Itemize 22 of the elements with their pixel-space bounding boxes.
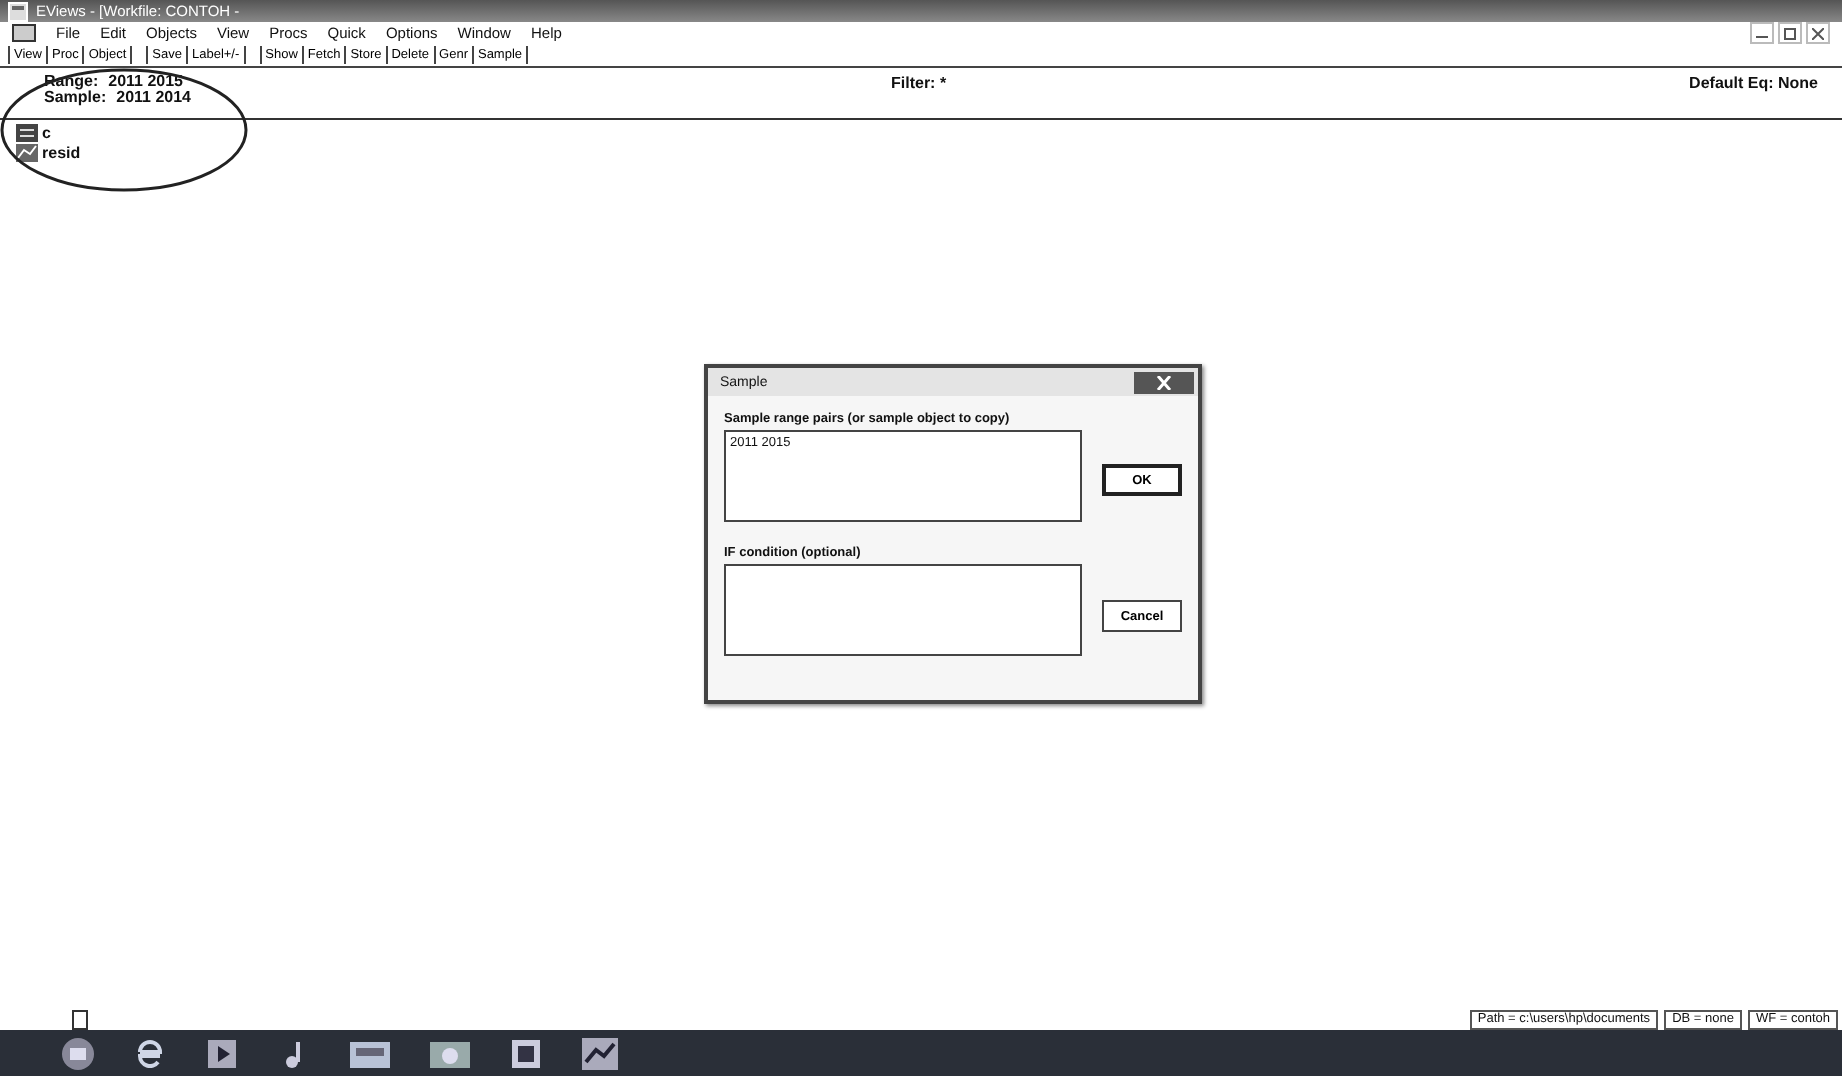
close-button[interactable] [1134,371,1194,393]
document-icon [12,24,36,42]
sample-label: Sample: [44,90,107,106]
if-condition-field[interactable] [724,564,1082,656]
object-name[interactable]: resid [42,144,81,162]
sample-value: 2011 2014 [116,90,191,106]
close-icon [1156,375,1172,389]
series-icon [16,144,38,162]
chart-icon[interactable] [580,1035,620,1071]
object-name[interactable]: c [42,124,51,142]
coefficient-icon [16,124,38,142]
close-icon [1812,27,1824,39]
restore-button[interactable] [1778,22,1802,44]
start-icon[interactable] [60,1035,96,1071]
browser-icon[interactable] [132,1035,168,1071]
play-icon[interactable] [204,1035,240,1071]
filter-text: Filter: * [891,74,947,92]
restore-icon [1784,27,1796,39]
default-equation-text: Default Eq: None [1689,74,1820,92]
minimize-button[interactable] [1750,22,1774,44]
close-button[interactable] [1806,22,1830,44]
window-icon[interactable] [508,1035,544,1071]
